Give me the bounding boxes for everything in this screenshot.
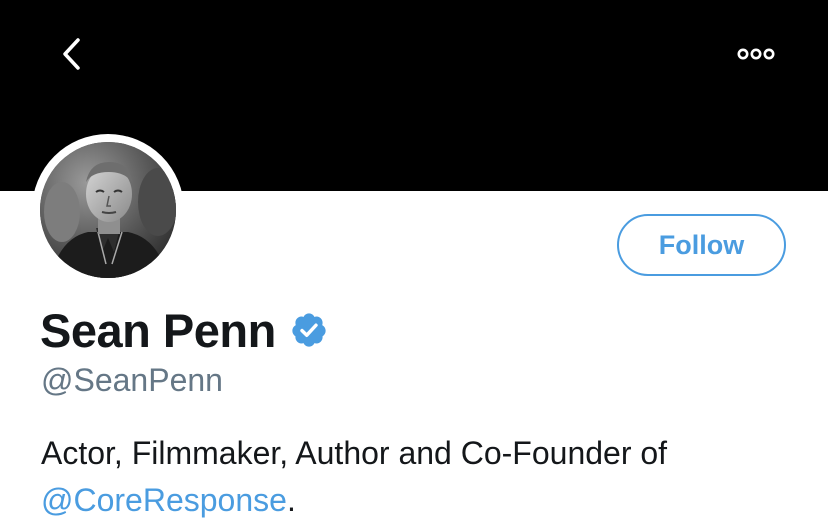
profile-handle: @SeanPenn bbox=[41, 362, 223, 398]
verified-badge-icon bbox=[292, 313, 326, 347]
bio-text: Actor, Filmmaker, Author and Co-Founder … bbox=[41, 435, 668, 471]
profile-bio: Actor, Filmmaker, Author and Co-Founder … bbox=[41, 430, 801, 524]
bio-suffix: . bbox=[286, 482, 296, 518]
bio-mention-link[interactable]: @CoreResponse bbox=[41, 482, 287, 518]
back-button[interactable] bbox=[48, 30, 96, 78]
display-name: Sean Penn bbox=[40, 303, 276, 357]
avatar[interactable] bbox=[40, 142, 176, 278]
follow-button[interactable]: Follow bbox=[617, 214, 786, 276]
name-row: Sean Penn bbox=[40, 300, 328, 360]
more-options-button[interactable] bbox=[728, 34, 784, 74]
chevron-left-icon bbox=[63, 38, 80, 70]
more-horizontal-icon bbox=[737, 48, 775, 60]
profile-photo bbox=[40, 142, 176, 278]
profile-screen: Follow Sean Penn @SeanPenn Actor, Filmma… bbox=[0, 0, 828, 525]
